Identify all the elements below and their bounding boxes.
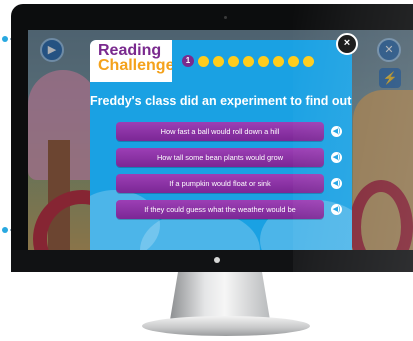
progress-dot — [288, 55, 299, 67]
monitor-bottom-bezel — [11, 250, 413, 272]
answer-button-4[interactable]: If they could guess what the weather wou… — [116, 200, 324, 219]
answer-row: If a pumpkin would float or sink ◀) — [116, 174, 346, 193]
progress-dot — [258, 55, 269, 67]
progress-dot — [243, 55, 254, 67]
monitor-stand-base — [142, 316, 310, 336]
progress-dot — [228, 55, 239, 67]
reading-challenge-modal: Reading Challenge 1 Freddy's class did a… — [90, 40, 352, 250]
progress-current-number: 1 — [182, 55, 194, 67]
answer-row: How fast a ball would roll down a hill ◀… — [116, 122, 346, 141]
answer-speaker-icon[interactable]: ◀) — [331, 152, 342, 163]
answer-button-1[interactable]: How fast a ball would roll down a hill — [116, 122, 324, 141]
monitor-screen: ▶ ✕ ⚡ Reading Challenge 1 Freddy's class… — [28, 30, 413, 250]
question-text: Freddy's class did an experiment to find… — [90, 94, 352, 108]
modal-close-icon[interactable]: × — [336, 33, 358, 55]
camera-dot — [224, 16, 227, 19]
progress-dot — [303, 55, 314, 67]
question-text-row: Freddy's class did an experiment to find… — [90, 94, 352, 108]
answer-list: How fast a ball would roll down a hill ◀… — [116, 122, 346, 226]
answer-speaker-icon[interactable]: ◀) — [331, 126, 342, 137]
progress-dot — [198, 55, 209, 67]
reading-challenge-logo: Reading Challenge — [98, 43, 175, 74]
progress-dot — [273, 55, 284, 67]
answer-speaker-icon[interactable]: ◀) — [331, 204, 342, 215]
progress-dot — [213, 55, 224, 67]
marker-dot — [2, 36, 8, 42]
progress-indicator: 1 — [182, 55, 314, 67]
monitor-indicator-dot — [214, 257, 220, 263]
monitor-stand-neck — [170, 272, 270, 320]
logo-text-challenge: Challenge — [98, 56, 175, 74]
answer-button-3[interactable]: If a pumpkin would float or sink — [116, 174, 324, 193]
answer-row: How tall some bean plants would grow ◀) — [116, 148, 346, 167]
answer-row: If they could guess what the weather wou… — [116, 200, 346, 219]
modal-header: Reading Challenge 1 — [90, 40, 352, 82]
answer-button-2[interactable]: How tall some bean plants would grow — [116, 148, 324, 167]
marker-dot — [2, 227, 8, 233]
answer-speaker-icon[interactable]: ◀) — [331, 178, 342, 189]
